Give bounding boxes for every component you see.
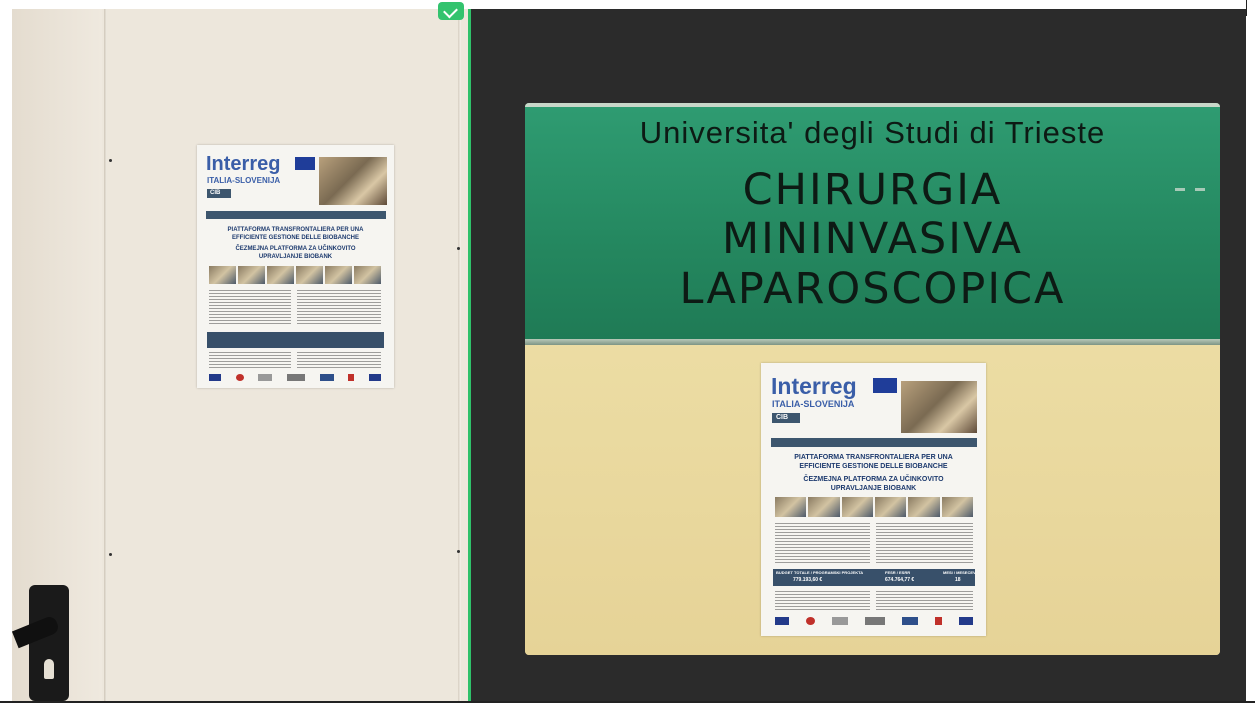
glass-reflection (1195, 188, 1205, 191)
bottom-frame (0, 701, 1255, 711)
door-screw (109, 553, 112, 556)
poster-title-it-2: EFFICIENTE GESTIONE DELLE BIOBANCHE (231, 235, 359, 241)
poster-band (206, 211, 386, 219)
poster-budget-box: BUDGET TOTALE / PROGRAMSKI PROJEKTA 779.… (773, 569, 976, 586)
poster-project: CIB (776, 414, 789, 421)
sign-edge (525, 103, 1220, 107)
poster-body-text (297, 290, 381, 326)
poster-partners-text (209, 352, 291, 370)
glass-reflection (1175, 188, 1185, 191)
eu-flag-icon (295, 157, 315, 170)
poster-photo (319, 157, 387, 205)
sign-line-chirurgia: CHIRURGIA (742, 165, 1003, 215)
poster-budget-value: 779.193,60 € (793, 577, 823, 583)
department-sign: Universita' degli Studi di Trieste CHIRU… (525, 103, 1220, 343)
door-screw (457, 550, 460, 553)
poster-title-sl-2: UPRAVLJANJE BIOBANK (258, 254, 333, 260)
poster-right: Interreg ITALIA-SLOVENIJA CIB PIATTAFORM… (761, 363, 986, 636)
poster-fesr-label: FESR / ESRR (885, 570, 911, 575)
poster-months-label: MESI / MESECEV (943, 570, 976, 575)
sign-university: Universita' degli Studi di Trieste (639, 115, 1106, 150)
poster-partners-text (775, 591, 870, 611)
poster-band (771, 438, 977, 447)
frame-edge (1246, 0, 1247, 16)
door-screw (109, 159, 112, 162)
poster-partners-text (876, 591, 973, 611)
eu-flag-icon (873, 378, 897, 393)
poster-left: Interreg ITALIA-SLOVENIJA CIB PIATTAFORM… (197, 145, 394, 388)
poster-partner-logos (775, 616, 973, 626)
top-frame (0, 0, 1255, 9)
checkmark-icon (438, 2, 464, 20)
poster-title-sl-1: ČEZMEJNA PLATFORMA ZA UČINKOVITO (235, 246, 356, 252)
poster-program: ITALIA-SLOVENIJA (207, 176, 281, 185)
poster-image-strip (775, 497, 973, 517)
poster-budget-box (207, 332, 384, 348)
poster-fesr-value: 674.764,77 € (885, 577, 915, 583)
poster-body-text (876, 523, 973, 563)
poster-project: CIB (210, 190, 221, 196)
sign-line-laparoscopica: LAPAROSCOPICA (679, 264, 1066, 314)
door-handle-plate (29, 585, 69, 701)
keyhole (44, 659, 54, 679)
poster-partner-logos (209, 373, 381, 382)
poster-program: ITALIA-SLOVENIJA (772, 399, 855, 409)
poster-title-it-2: EFFICIENTE GESTIONE DELLE BIOBANCHE (799, 463, 948, 470)
poster-title-it-1: PIATTAFORMA TRANSFRONTALIERA PER UNA (794, 454, 953, 461)
poster-title-sl-1: ČEZMEJNA PLATFORMA ZA UČINKOVITO (803, 476, 944, 483)
poster-brand: Interreg (771, 373, 857, 399)
poster-body-text (775, 523, 870, 563)
sign-line-mininvasiva: MININVASIVA (722, 214, 1023, 264)
poster-budget-label: BUDGET TOTALE / PROGRAMSKI PROJEKTA (776, 570, 864, 575)
poster-photo (901, 381, 977, 433)
poster-title-it-1: PIATTAFORMA TRANSFRONTALIERA PER UNA (227, 227, 364, 233)
poster-image-strip (209, 266, 381, 284)
right-photo-sign: Universita' degli Studi di Trieste CHIRU… (525, 103, 1220, 655)
door-seam (458, 9, 461, 701)
poster-months-value: 18 (955, 577, 961, 583)
poster-title-sl-2: UPRAVLJANJE BIOBANK (830, 485, 917, 492)
poster-body-text (209, 290, 291, 326)
left-photo-door: Interreg ITALIA-SLOVENIJA CIB PIATTAFORM… (12, 9, 470, 701)
poster-brand: Interreg (206, 153, 281, 175)
door-screw (457, 247, 460, 250)
door-seam (104, 9, 107, 701)
poster-partners-text (297, 352, 381, 370)
sign-edge (525, 339, 1220, 345)
